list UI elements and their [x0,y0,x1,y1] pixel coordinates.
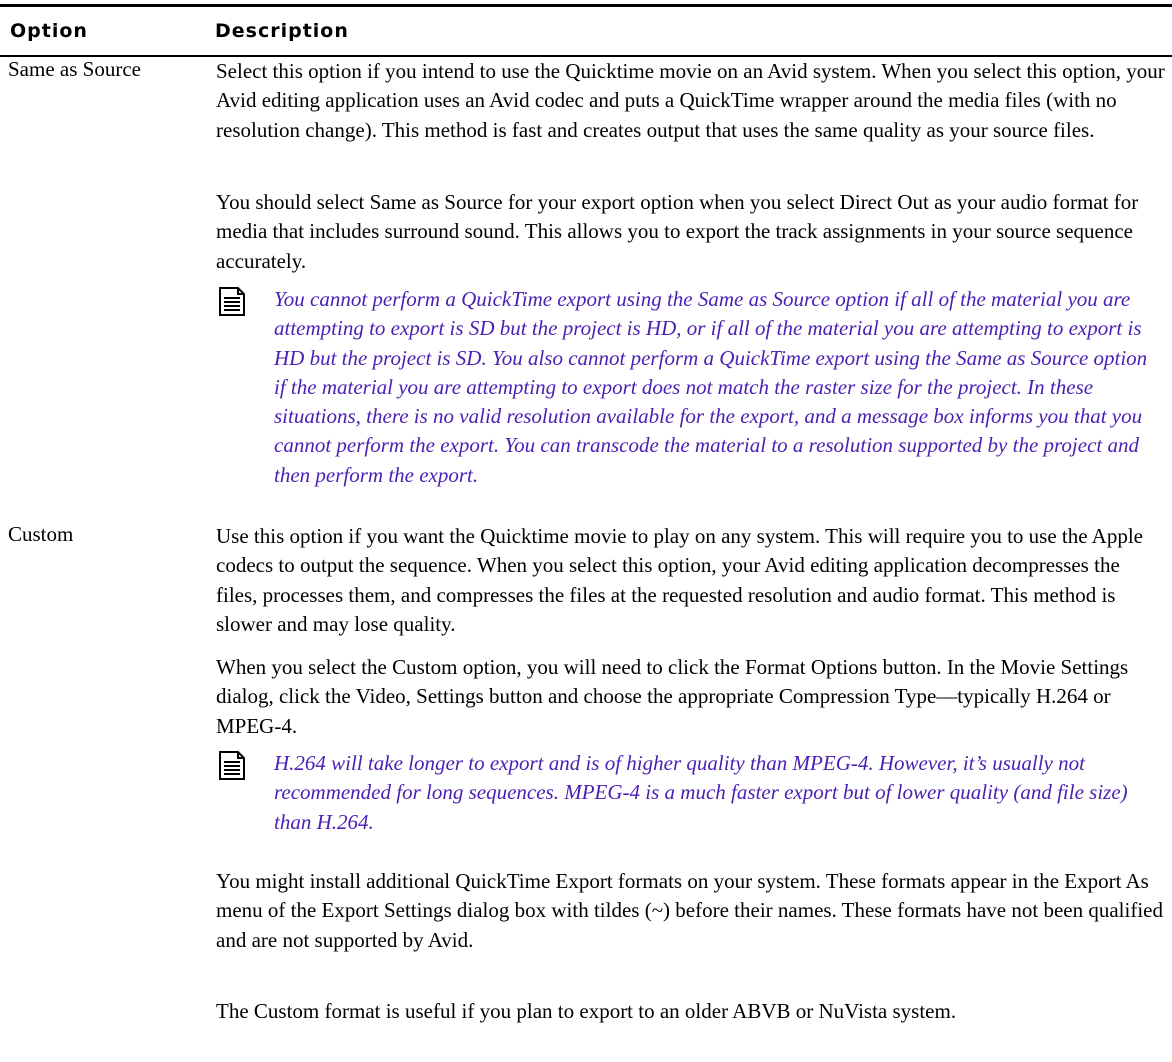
option-same-as-source: Same as Source [8,57,141,81]
table-top-rule [0,4,1172,7]
same-as-source-paragraph-1: Select this option if you intend to use … [216,59,1165,142]
custom-paragraph-4: The Custom format is useful if you plan … [216,999,957,1023]
document-page: Option Description Same as Source Select… [0,0,1172,1062]
note-icon [218,286,246,317]
custom-paragraph-3: You might install additional QuickTime E… [216,869,1163,952]
same-as-source-note: You cannot perform a QuickTime export us… [274,287,1148,487]
custom-note: H.264 will take longer to export and is … [274,751,1128,834]
same-as-source-paragraph-2: You should select Same as Source for you… [216,190,1139,273]
note-icon [218,750,246,781]
custom-paragraph-1: Use this option if you want the Quicktim… [216,524,1143,636]
option-custom: Custom [8,522,74,546]
custom-paragraph-2: When you select the Custom option, you w… [216,655,1129,738]
header-option: Option [10,20,88,42]
header-description: Description [215,20,349,42]
